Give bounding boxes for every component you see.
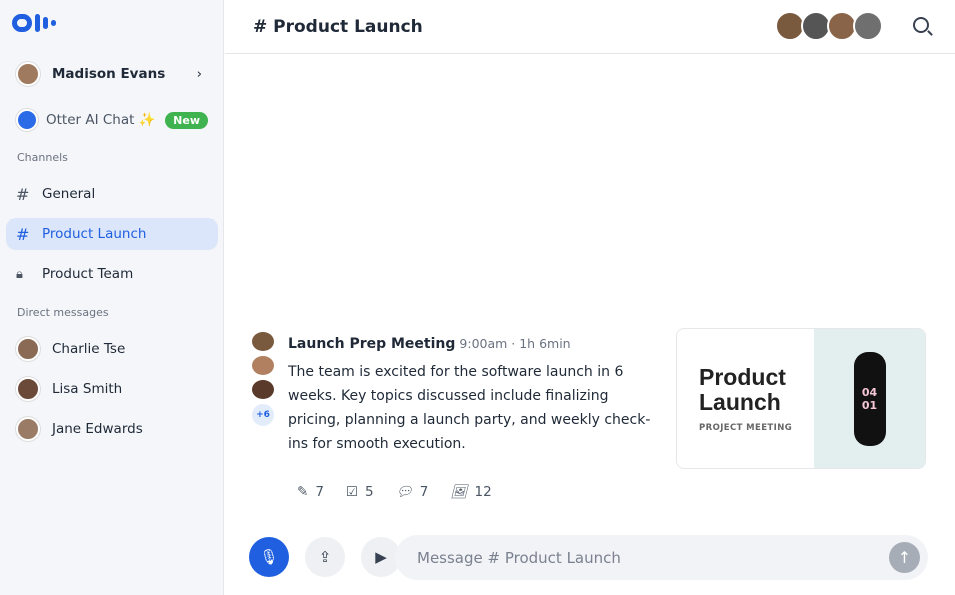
otter-ai-icon [16,109,38,131]
sidebar-item-product-launch[interactable]: # Product Launch [6,218,218,250]
image-icon: 🖼︎ [450,484,468,500]
new-badge: New [165,111,208,129]
meeting-thumbnail[interactable]: Product Launch PROJECT MEETING 04 01 [676,328,926,469]
pencil-icon: ✎ [297,484,309,500]
avatar [250,354,276,377]
search-icon[interactable] [913,17,929,33]
sidebar-item-general[interactable]: # General [6,178,218,210]
meeting-title[interactable]: Launch Prep Meeting [288,336,455,352]
checkbox-icon: ☑ [345,484,359,500]
comment-icon: 💬︎ [395,484,413,500]
user-menu[interactable]: Madison Evans › [6,58,218,90]
user-name: Madison Evans [52,66,166,82]
composer-actions: 🎙︎ ⇪ ▶ [249,537,401,577]
avatar [16,62,40,86]
channel-label: Product Launch [42,226,147,242]
fitness-band-image: 04 01 [853,351,886,446]
dm-label: Charlie Tse [52,341,126,357]
dm-label: Lisa Smith [52,381,123,397]
lock-icon: 🔒︎ [16,266,23,282]
dm-label: Jane Edwards [52,421,143,437]
avatar [16,337,40,361]
dm-heading: Direct messages [17,306,109,319]
channel-label: Product Team [42,266,134,282]
tasks-stat[interactable]: ☑ 5 [346,484,374,500]
avatar [853,11,883,41]
comments-stat[interactable]: 💬︎ 7 [396,484,429,500]
member-avatars[interactable] [775,11,883,41]
channel-header: # Product Launch [225,0,955,54]
hash-icon: # [16,224,30,244]
avatar [250,378,276,401]
page-title: # Product Launch [253,16,423,37]
hash-icon: # [16,184,30,204]
meeting-stats: ✎ 7 ☑ 5 💬︎ 7 🖼︎ 12 [297,484,492,500]
edits-stat[interactable]: ✎ 7 [297,484,324,500]
more-participants: +6 [250,402,276,428]
images-stat[interactable]: 🖼︎ 12 [450,484,491,500]
otter-logo[interactable] [12,14,56,32]
send-button[interactable]: ↑ [889,542,920,573]
avatar [16,377,40,401]
thumbnail-subtitle: PROJECT MEETING [699,423,793,433]
dm-lisa-smith[interactable]: Lisa Smith [6,373,218,405]
thumbnail-title: Product Launch [699,364,786,415]
microphone-button[interactable]: 🎙︎ [249,537,289,577]
avatar [250,330,276,353]
dm-jane-edwards[interactable]: Jane Edwards [6,413,218,445]
sidebar-item-otter-ai-chat[interactable]: Otter AI Chat ✨ New [6,104,218,136]
meeting-time: 9:00am · 1h 6min [459,336,571,351]
meeting-summary: The team is excited for the software lau… [288,364,651,452]
dm-charlie-tse[interactable]: Charlie Tse [6,333,218,365]
sidebar: Madison Evans › Otter AI Chat ✨ New Chan… [0,0,224,595]
channel-label: General [42,186,96,202]
upload-button[interactable]: ⇪ [305,537,345,577]
avatar [16,417,40,441]
otter-ai-chat-label: Otter AI Chat ✨ [46,112,156,128]
message-placeholder: Message # Product Launch [417,548,621,567]
chevron-right-icon: › [196,66,202,82]
channels-heading: Channels [17,151,68,164]
message-input[interactable]: Message # Product Launch ↑ [395,535,928,580]
participant-avatars: +6 [250,330,276,428]
sidebar-item-product-team[interactable]: 🔒︎ Product Team [6,258,218,290]
